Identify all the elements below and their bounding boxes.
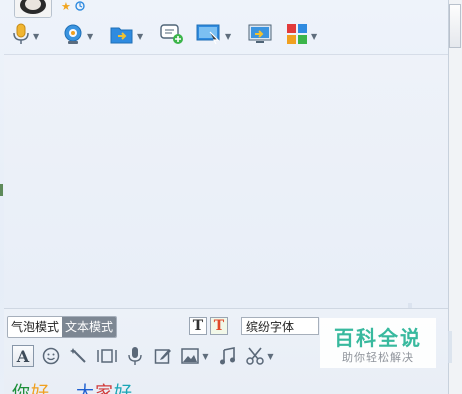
scissors-icon [246,347,265,365]
edit-icon [154,349,171,364]
remote-assist-button[interactable]: ▼ [196,22,231,50]
chevron-down-icon[interactable]: ▼ [267,352,273,361]
bubble-mode-option[interactable]: 气泡模式 [8,317,63,337]
input-char: 好 [31,383,50,394]
watermark-subtitle: 助你轻松解决 [342,351,414,364]
chevron-down-icon[interactable]: ▼ [225,32,231,41]
chevron-down-icon[interactable]: ▼ [33,32,39,41]
apps-button[interactable]: ▼ [286,22,317,50]
message-history[interactable] [4,54,452,363]
image-icon [181,348,200,364]
panel-toggle-button[interactable] [449,4,461,48]
input-char: 好 [114,383,133,394]
chat-window: ★ ▼ ▼ ▼ ▼ ▼ 气泡模式 文本模式 T T 缤纷字体 A ▼ ▼ 你好 … [0,0,462,394]
add-chat-icon [160,23,184,49]
send-file-button[interactable]: ▼ [110,22,143,50]
webcam-button[interactable]: ▼ [62,22,93,50]
magic-wand-button[interactable] [68,345,90,367]
star-icon[interactable]: ★ [61,1,71,13]
header-strip: ★ [0,0,448,20]
remote-assist-icon [196,23,222,49]
chevron-down-icon[interactable]: ▼ [202,352,208,361]
send-file-icon [110,23,134,49]
drag-handle[interactable] [0,184,3,196]
watermark-title: 百科全说 [334,326,422,350]
share-screen-button[interactable] [248,22,272,50]
input-icon-row: A ▼ ▼ [8,345,278,367]
magic-wand-icon [70,348,86,363]
apps-grid-icon [286,23,308,49]
screenshot-button[interactable] [96,345,118,367]
watermark-logo: 百科全说 助你轻松解决 [320,318,436,368]
voice-message-button[interactable] [124,345,146,367]
input-char: 家 [95,383,114,394]
text-mode-option[interactable]: 文本模式 [62,317,117,337]
chevron-down-icon[interactable]: ▼ [137,32,143,41]
music-button[interactable] [216,345,238,367]
send-image-button[interactable]: ▼ [178,345,212,367]
plain-text-format-button[interactable]: T [189,317,207,335]
font-style-button[interactable]: A [12,345,34,367]
emoji-button[interactable] [40,345,62,367]
font-select[interactable]: 缤纷字体 [241,317,319,335]
microphone-icon [12,23,30,49]
microphone-button[interactable]: ▼ [12,22,39,50]
colorful-text-format-button[interactable]: T [210,317,228,335]
screen-capture-button[interactable]: ▼ [242,345,278,367]
contact-avatar[interactable] [14,0,52,18]
microphone-icon [128,347,142,365]
font-a-icon: A [16,346,30,366]
input-char: 你 [12,383,31,394]
screenshot-icon [97,349,117,363]
input-char: 大 [76,383,95,394]
chat-toolbar: ▼ ▼ ▼ ▼ ▼ [8,22,438,50]
chevron-down-icon[interactable]: ▼ [311,32,317,41]
smiley-icon [42,347,60,365]
qq-status-icon[interactable] [75,1,85,15]
message-input[interactable]: 你好 大家好 [12,379,133,394]
write-note-button[interactable] [152,345,174,367]
chevron-down-icon[interactable]: ▼ [87,32,93,41]
music-note-icon [220,347,235,365]
display-mode-toggle: 气泡模式 文本模式 [7,316,118,338]
add-chat-button[interactable] [160,22,184,50]
share-screen-icon [248,23,272,49]
webcam-icon [62,23,84,49]
